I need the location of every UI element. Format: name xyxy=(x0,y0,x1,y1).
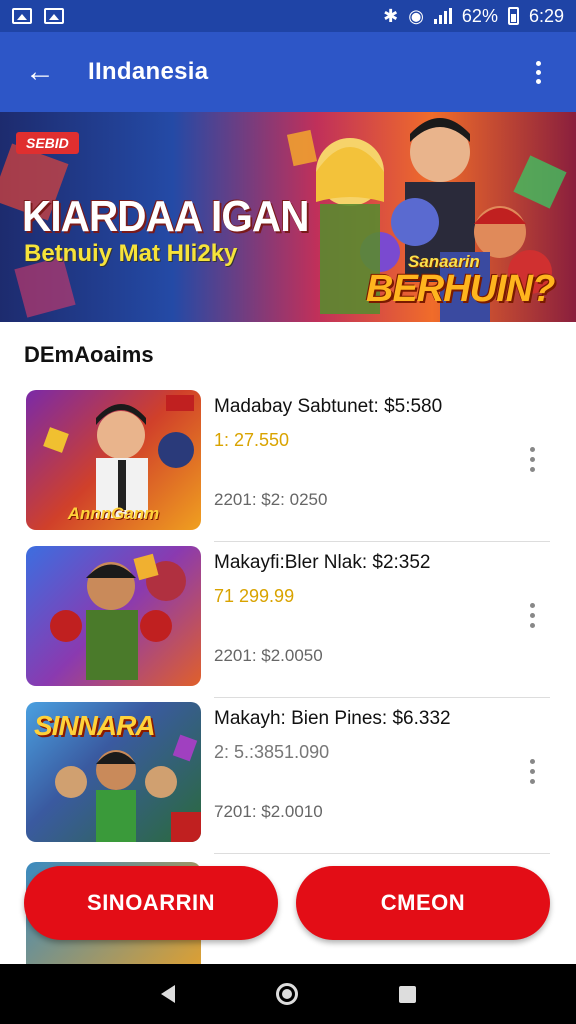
nav-back-icon[interactable] xyxy=(160,985,175,1003)
list-item[interactable]: SINNARA Makayh: Bien Pines: $6.332 2: 5.… xyxy=(0,698,576,854)
banner-title: KIARDAA IGAN xyxy=(22,192,309,241)
page-title: IIndanesia xyxy=(88,58,209,85)
item-meta: 2201: $2: 0250 xyxy=(214,490,328,509)
list-item[interactable]: Makayfi:Bler Nlak: $2:352 71 299.99 2201… xyxy=(0,542,576,698)
app-bar: ← IIndanesia xyxy=(0,32,576,112)
more-vertical-icon xyxy=(529,602,535,608)
battery-icon xyxy=(507,7,519,25)
item-name: Makayh: Bien Pines: $6.332 xyxy=(214,708,451,729)
arrow-left-icon: ← xyxy=(25,55,55,88)
item-price: 1: 27.550 xyxy=(214,430,290,450)
item-more-button[interactable] xyxy=(522,598,542,632)
item-thumb-label: SINNARA xyxy=(34,710,156,741)
wifi-icon: ◉ xyxy=(408,6,424,26)
item-name: Makayfi:Bler Nlak: $2:352 xyxy=(214,552,431,573)
more-vertical-icon xyxy=(529,758,535,764)
product-list: AnnnGanm Madabay Sabtunet: $5:580 1: 27.… xyxy=(0,386,576,854)
nav-home-icon[interactable] xyxy=(275,983,298,1005)
item-thumbnail xyxy=(26,546,201,686)
system-nav-bar xyxy=(0,964,576,1024)
item-more-button[interactable] xyxy=(522,442,542,476)
bluetooth-icon: ✱ xyxy=(383,6,399,26)
item-price: 71 299.99 xyxy=(214,586,295,606)
item-thumbnail: AnnnGanm xyxy=(26,390,201,530)
status-bar: ✱ ◉ 62% 6:29 xyxy=(0,0,576,32)
clock: 6:29 xyxy=(528,5,564,26)
banner-subtitle: Betnuiy Mat HIi2ky xyxy=(24,240,238,267)
item-thumb-label: AnnnGanm xyxy=(67,504,160,523)
more-options-button[interactable] xyxy=(520,52,556,92)
more-vertical-icon xyxy=(529,446,535,452)
promo-banner[interactable]: SEBID KIARDAA IGAN Betnuiy Mat HIi2ky Sa… xyxy=(0,112,576,322)
more-vertical-icon xyxy=(535,60,541,66)
section-title: DEmAoaims xyxy=(24,342,154,367)
divider xyxy=(214,853,550,854)
banner-badge: Sanaarin BERHUIN? xyxy=(366,252,555,314)
item-name: Madabay Sabtunet: $5:580 xyxy=(214,396,443,417)
photo-icon xyxy=(44,8,64,24)
back-button[interactable]: ← xyxy=(20,52,60,92)
item-meta: 2201: $2.0050 xyxy=(214,646,323,665)
gallery-icon xyxy=(12,8,32,24)
item-more-button[interactable] xyxy=(522,754,542,788)
list-item[interactable]: AnnnGanm Madabay Sabtunet: $5:580 1: 27.… xyxy=(0,386,576,542)
nav-recents-icon[interactable] xyxy=(398,985,416,1003)
item-price: 2: 5.:3851.090 xyxy=(214,742,330,762)
primary-left-button[interactable]: SINOARRIN xyxy=(24,866,278,940)
banner-tag: SEBID xyxy=(16,132,79,154)
signal-icon xyxy=(433,8,452,24)
item-thumbnail: SINNARA xyxy=(26,702,201,842)
banner-badge-big: BERHUIN? xyxy=(366,268,555,310)
primary-right-button[interactable]: CMEON xyxy=(296,866,550,940)
item-meta: 7201: $2.0010 xyxy=(214,802,323,821)
battery-percent: 62% xyxy=(461,5,498,26)
